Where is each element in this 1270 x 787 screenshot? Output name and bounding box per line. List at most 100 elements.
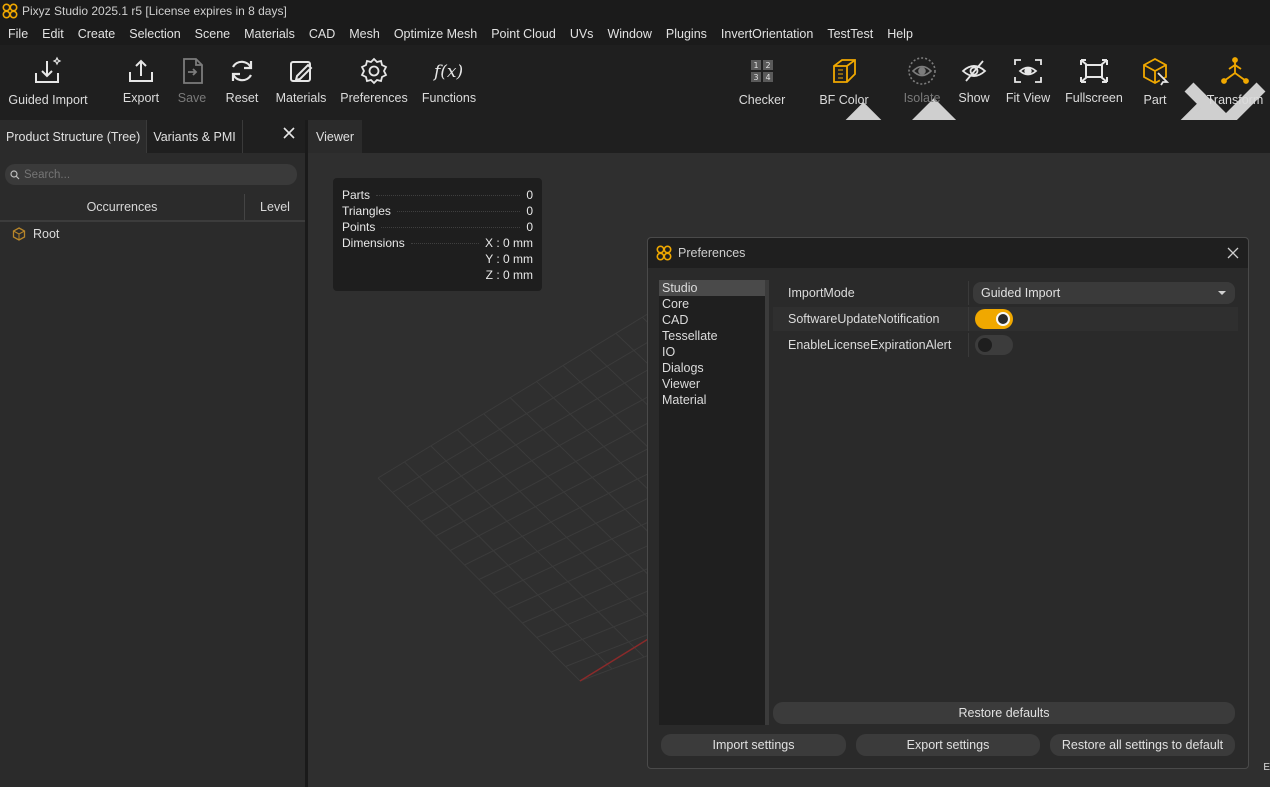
restore-defaults-button[interactable]: Restore defaults	[773, 702, 1235, 724]
fullscreen-label: Fullscreen	[1065, 91, 1123, 105]
reset-icon	[225, 54, 259, 88]
checker-digit-2: 2	[765, 61, 770, 70]
import-settings-button[interactable]: Import settings	[661, 734, 846, 756]
toggle-knob	[978, 338, 992, 352]
software-update-toggle[interactable]	[975, 309, 1013, 329]
menu-file[interactable]: File	[0, 27, 35, 41]
close-panel-icon[interactable]	[283, 127, 295, 139]
preferences-properties: ImportMode Guided Import SoftwareUpdateN…	[773, 280, 1238, 720]
export-settings-button[interactable]: Export settings	[856, 734, 1040, 756]
materials-button[interactable]: Materials	[272, 45, 330, 120]
fit-view-label: Fit View	[1005, 91, 1051, 105]
preferences-button[interactable]: Preferences	[340, 45, 408, 120]
materials-label: Materials	[275, 91, 327, 105]
category-cad[interactable]: CAD	[659, 312, 765, 328]
fullscreen-button[interactable]: Fullscreen	[1064, 45, 1124, 120]
save-button[interactable]: Save	[170, 45, 214, 120]
menu-window[interactable]: Window	[600, 27, 658, 41]
fit-view-icon	[1011, 54, 1045, 88]
menu-point-cloud[interactable]: Point Cloud	[484, 27, 563, 41]
save-label: Save	[177, 91, 207, 105]
isolate-button[interactable]: Isolate	[900, 45, 944, 120]
bf-color-cube-icon	[827, 54, 861, 88]
tree-header: Occurrences Level	[0, 194, 305, 222]
tree-item-root[interactable]: Root	[12, 227, 59, 241]
export-button[interactable]: Export	[118, 45, 164, 120]
reset-button[interactable]: Reset	[220, 45, 264, 120]
menu-uvs[interactable]: UVs	[563, 27, 601, 41]
menu-scene[interactable]: Scene	[188, 27, 237, 41]
tab-product-structure[interactable]: Product Structure (Tree)	[0, 120, 148, 153]
category-studio[interactable]: Studio	[659, 280, 765, 296]
import-mode-select[interactable]: Guided Import	[973, 282, 1235, 304]
menu-optimize-mesh[interactable]: Optimize Mesh	[387, 27, 484, 41]
window-title: Pixyz Studio 2025.1 r5 [License expires …	[22, 4, 287, 18]
preferences-label: Preferences	[340, 91, 408, 105]
menu-bar: File Edit Create Selection Scene Materia…	[0, 22, 1270, 45]
menu-selection[interactable]: Selection	[122, 27, 187, 41]
dialog-title-bar[interactable]: Preferences	[648, 238, 1248, 268]
menu-mesh[interactable]: Mesh	[342, 27, 387, 41]
checker-digit-1: 1	[753, 61, 758, 70]
materials-icon	[284, 54, 318, 88]
category-dialogs[interactable]: Dialogs	[659, 360, 765, 376]
category-viewer[interactable]: Viewer	[659, 376, 765, 392]
title-bar: Pixyz Studio 2025.1 r5 [License expires …	[0, 0, 1270, 22]
menu-help[interactable]: Help	[880, 27, 920, 41]
function-fx-icon: f(x)	[432, 54, 466, 88]
menu-edit[interactable]: Edit	[35, 27, 71, 41]
close-icon[interactable]	[1227, 247, 1239, 259]
toggle-knob	[996, 312, 1010, 326]
menu-plugins[interactable]: Plugins	[659, 27, 714, 41]
category-material[interactable]: Material	[659, 392, 765, 408]
menu-testtest[interactable]: TestTest	[820, 27, 880, 41]
stat-points: Points 0	[342, 219, 533, 235]
category-core[interactable]: Core	[659, 296, 765, 312]
checker-button[interactable]: 1 2 3 4 Checker	[737, 45, 787, 120]
column-level[interactable]: Level	[245, 194, 305, 220]
guided-import-label: Guided Import	[8, 93, 88, 107]
stat-dim-z: Z : 0 mm	[485, 268, 533, 282]
isolate-label: Isolate	[903, 91, 941, 105]
fit-view-button[interactable]: Fit View	[1002, 45, 1054, 120]
functions-button[interactable]: f(x) Functions	[420, 45, 478, 120]
tab-viewer[interactable]: Viewer	[308, 120, 362, 153]
part-button[interactable]: Part	[1133, 45, 1177, 120]
menu-cad[interactable]: CAD	[302, 27, 342, 41]
eye-slash-icon	[957, 54, 991, 88]
left-panel-tabs: Product Structure (Tree) Variants & PMI	[0, 120, 305, 153]
property-license-expiration-alert: EnableLicenseExpirationAlert	[773, 333, 1238, 357]
guided-import-button[interactable]: Guided Import	[6, 45, 90, 120]
license-alert-label: EnableLicenseExpirationAlert	[773, 333, 969, 357]
menu-create[interactable]: Create	[71, 27, 123, 41]
restore-all-settings-button[interactable]: Restore all settings to default	[1050, 734, 1235, 756]
stat-dimensions-y: Y : 0 mm	[342, 251, 533, 267]
bf-color-label: BF Color	[819, 93, 869, 107]
x-axis-line	[579, 635, 654, 682]
tab-variants-pmi[interactable]: Variants & PMI	[147, 120, 243, 153]
tree-item-label: Root	[33, 227, 60, 241]
transform-button[interactable]: Transform	[1205, 45, 1265, 120]
export-label: Export	[122, 91, 160, 105]
gear-icon	[357, 54, 391, 88]
category-tessellate[interactable]: Tessellate	[659, 328, 765, 344]
column-occurrences[interactable]: Occurrences	[0, 194, 245, 220]
tree-search-box[interactable]	[5, 164, 297, 185]
category-io[interactable]: IO	[659, 344, 765, 360]
scene-stats-overlay: Parts 0 Triangles 0 Points 0 Dimensions …	[333, 178, 542, 291]
menu-invert-orientation[interactable]: InvertOrientation	[714, 27, 820, 41]
viewer-tab-bar: Viewer	[308, 120, 1270, 153]
license-alert-toggle[interactable]	[975, 335, 1013, 355]
software-update-label: SoftwareUpdateNotification	[773, 307, 969, 331]
menu-materials[interactable]: Materials	[237, 27, 302, 41]
stat-dimensions: Dimensions X : 0 mm	[342, 235, 533, 251]
export-icon	[124, 54, 158, 88]
svg-text:f(x): f(x)	[432, 62, 463, 82]
search-input[interactable]	[24, 168, 274, 181]
bf-color-button[interactable]: BF Color	[816, 45, 872, 120]
show-button[interactable]: Show	[952, 45, 996, 120]
preferences-category-list: Studio Core CAD Tessellate IO Dialogs Vi…	[659, 280, 769, 725]
main-toolbar: Guided Import Export Save Reset Material…	[0, 45, 1270, 782]
stat-parts: Parts 0	[342, 187, 533, 203]
stat-triangles: Triangles 0	[342, 203, 533, 219]
